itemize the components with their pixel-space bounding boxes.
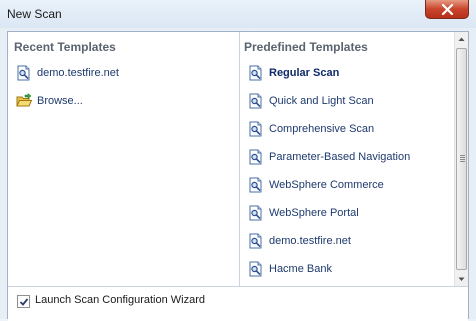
wizard-checkbox-label[interactable]: Launch Scan Configuration Wizard bbox=[35, 294, 205, 306]
templates-panel: Recent Templates demo.testfire.net Brows… bbox=[7, 31, 469, 321]
predefined-template-label: WebSphere Portal bbox=[269, 207, 359, 219]
predefined-template-item[interactable]: WebSphere Commerce bbox=[248, 176, 384, 194]
grip-line bbox=[460, 159, 465, 160]
scan-template-icon bbox=[249, 177, 262, 193]
recent-templates-heading: Recent Templates bbox=[14, 40, 116, 54]
scroll-down-button[interactable] bbox=[455, 272, 468, 286]
predefined-template-item[interactable]: Hacme Bank bbox=[248, 260, 332, 278]
predefined-templates-heading: Predefined Templates bbox=[244, 40, 368, 54]
predefined-template-label: demo.testfire.net bbox=[269, 235, 351, 247]
predefined-templates-section: Predefined Templates Regular Scan Quick a… bbox=[240, 32, 454, 286]
window-title: New Scan bbox=[7, 7, 62, 21]
recent-item-demo-testfire[interactable]: demo.testfire.net bbox=[16, 64, 119, 82]
predefined-template-item[interactable]: WebSphere Portal bbox=[248, 204, 359, 222]
scan-template-icon bbox=[249, 205, 262, 221]
close-button[interactable] bbox=[425, 0, 469, 19]
grip-line bbox=[460, 161, 465, 162]
scan-template-icon bbox=[249, 149, 262, 165]
checkmark-icon bbox=[19, 298, 29, 306]
predefined-template-item[interactable]: Quick and Light Scan bbox=[248, 92, 374, 110]
predefined-template-item[interactable]: Comprehensive Scan bbox=[248, 120, 374, 138]
browse-item[interactable]: Browse... bbox=[16, 92, 83, 110]
dialog-footer: Launch Scan Configuration Wizard bbox=[8, 286, 468, 321]
new-scan-dialog: New Scan Recent Templates demo.testfire.… bbox=[0, 0, 476, 321]
close-icon bbox=[441, 4, 454, 15]
scroll-down-arrow-icon bbox=[458, 277, 465, 281]
predefined-template-label: Quick and Light Scan bbox=[269, 95, 374, 107]
scrollbar-thumb[interactable] bbox=[456, 48, 467, 270]
scan-template-icon bbox=[249, 121, 262, 137]
predefined-template-label: Comprehensive Scan bbox=[269, 123, 375, 135]
predefined-template-label: Regular Scan bbox=[269, 67, 340, 79]
scan-template-icon bbox=[249, 261, 262, 277]
scroll-up-button[interactable] bbox=[455, 32, 468, 46]
recent-item-label: demo.testfire.net bbox=[37, 67, 119, 79]
predefined-template-label: WebSphere Commerce bbox=[269, 179, 384, 191]
grip-line bbox=[460, 157, 465, 158]
predefined-template-item[interactable]: Parameter-Based Navigation bbox=[248, 148, 410, 166]
grip-line bbox=[460, 155, 465, 156]
scan-template-icon bbox=[17, 65, 30, 81]
predefined-template-item[interactable]: Regular Scan bbox=[248, 64, 339, 82]
vertical-scrollbar[interactable] bbox=[454, 32, 468, 286]
predefined-template-label: Hacme Bank bbox=[269, 263, 332, 275]
browse-label: Browse... bbox=[37, 95, 83, 107]
folder-open-icon bbox=[16, 93, 32, 107]
scan-template-icon bbox=[249, 65, 262, 81]
scan-template-icon bbox=[249, 93, 262, 109]
scan-template-icon bbox=[249, 233, 262, 249]
predefined-template-item[interactable]: demo.testfire.net bbox=[248, 232, 351, 250]
title-bar[interactable]: New Scan bbox=[0, 0, 476, 28]
scroll-up-arrow-icon bbox=[458, 37, 465, 41]
predefined-template-label: Parameter-Based Navigation bbox=[269, 151, 411, 163]
wizard-checkbox[interactable] bbox=[17, 295, 30, 308]
recent-templates-section: Recent Templates demo.testfire.net Brows… bbox=[8, 32, 240, 286]
